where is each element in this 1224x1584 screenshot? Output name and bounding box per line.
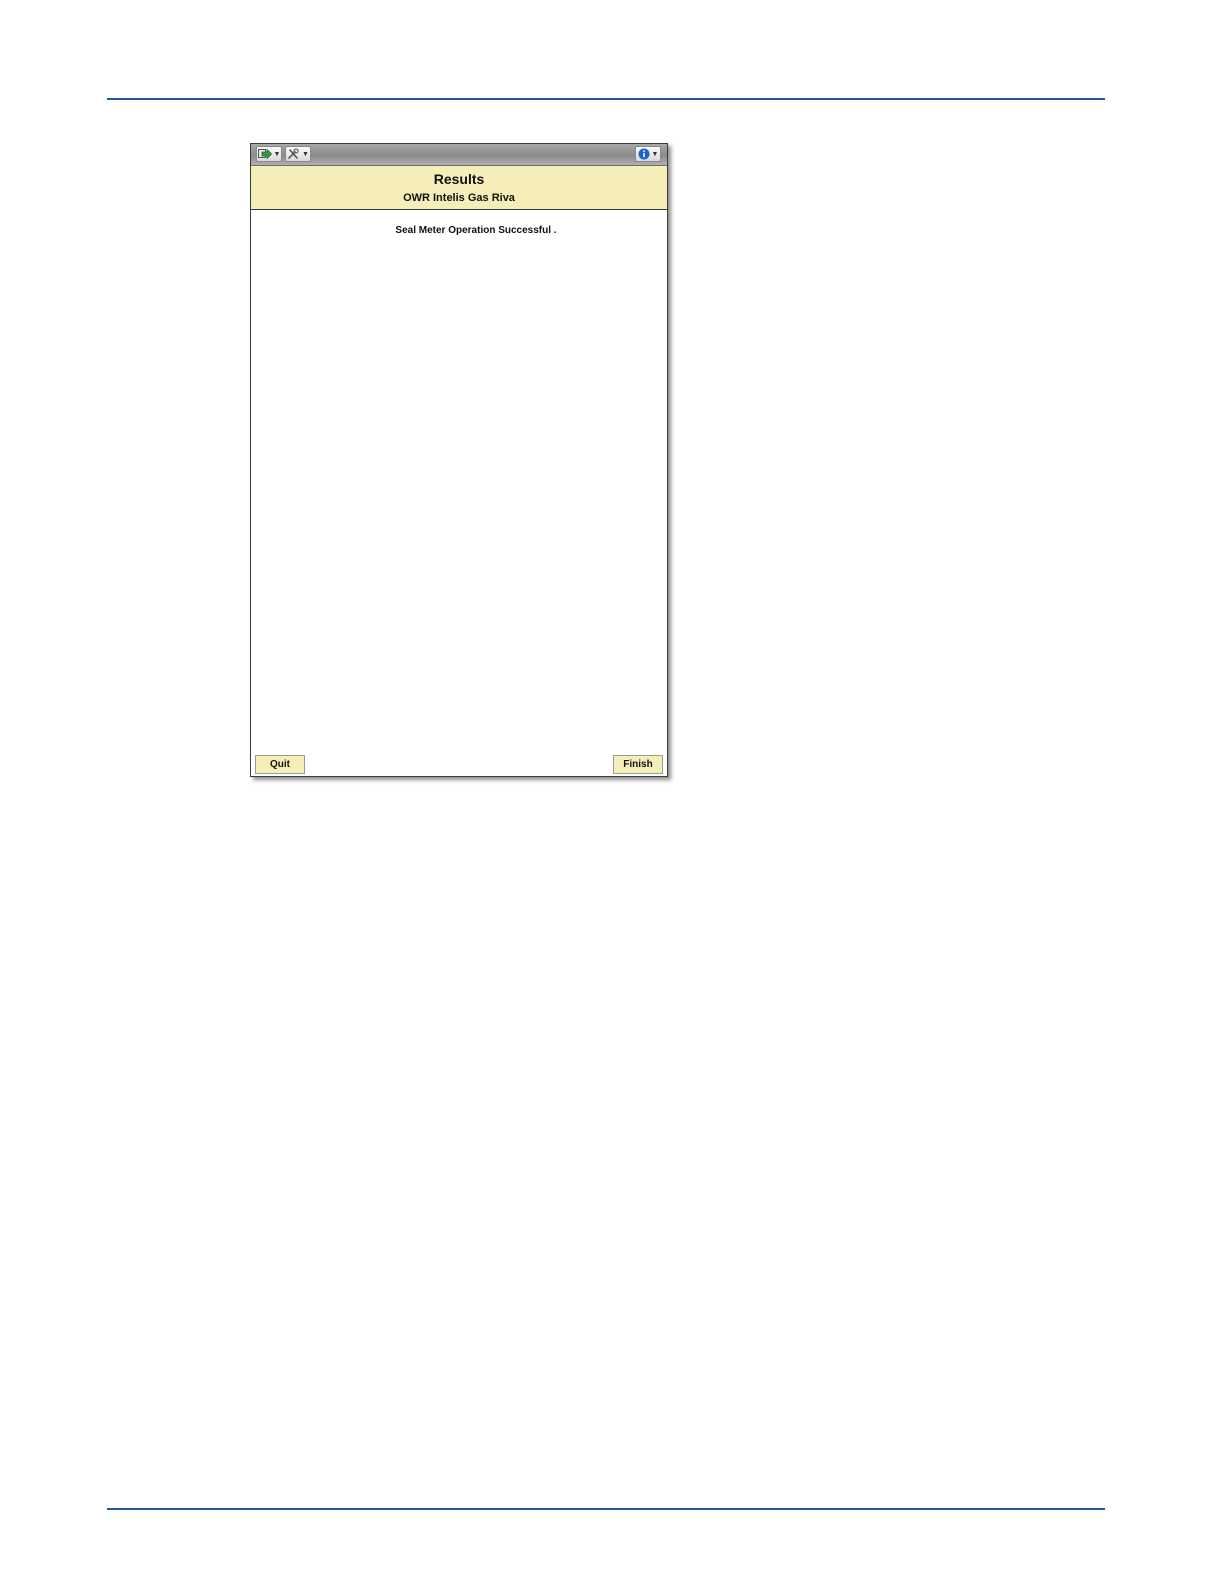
page-top-rule bbox=[107, 98, 1105, 100]
info-menu-button[interactable]: ▼ bbox=[635, 146, 661, 162]
tools-menu-button[interactable]: ▼ bbox=[285, 146, 311, 162]
quit-button[interactable]: Quit bbox=[255, 755, 305, 774]
page-title: Results bbox=[433, 171, 485, 187]
toolbar: ▼ ▼ ▼ bbox=[251, 144, 667, 166]
page-bottom-rule bbox=[107, 1508, 1105, 1510]
chevron-down-icon: ▼ bbox=[273, 150, 281, 158]
info-icon bbox=[638, 148, 650, 160]
tools-icon bbox=[288, 148, 299, 159]
nav-menu-button[interactable]: ▼ bbox=[256, 146, 282, 162]
device-window: ▼ ▼ ▼ Results OWR Intelis Gas Riva Seal … bbox=[250, 143, 668, 777]
results-header: Results OWR Intelis Gas Riva bbox=[251, 166, 667, 210]
status-message: Seal Meter Operation Successful . bbox=[395, 225, 557, 236]
nav-arrow-icon bbox=[257, 148, 272, 160]
meter-name: OWR Intelis Gas Riva bbox=[403, 192, 515, 204]
finish-button[interactable]: Finish bbox=[613, 755, 663, 774]
chevron-down-icon: ▼ bbox=[302, 150, 309, 158]
chevron-down-icon: ▼ bbox=[651, 150, 659, 158]
